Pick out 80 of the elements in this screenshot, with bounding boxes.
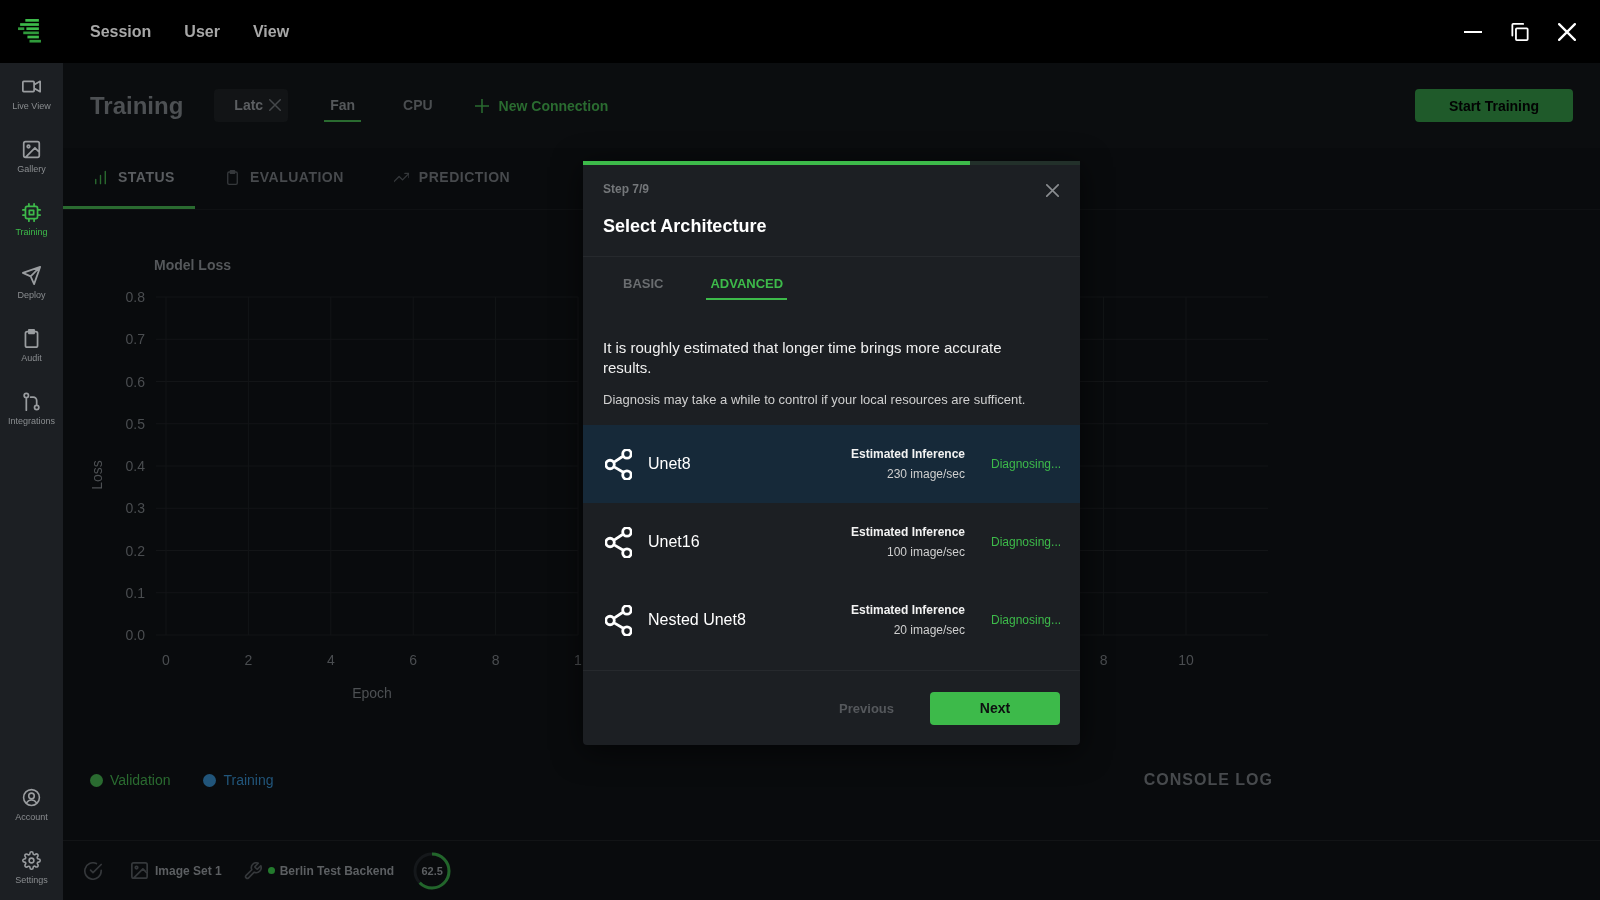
architecture-name: Nested Unet8 [648, 611, 747, 629]
axis-tick-label: 4 [326, 652, 335, 668]
architecture-name: Unet16 [648, 533, 701, 551]
sidebar-item[interactable]: Training [0, 189, 63, 252]
axis-tick-label: 0.6 [125, 373, 145, 390]
metric-label: Estimated Inference [850, 524, 965, 541]
sidebar-item[interactable]: Gallery [0, 126, 63, 189]
share-icon [605, 526, 632, 558]
connection-tab[interactable]: Latc [214, 89, 289, 122]
metric-value: 230 image/sec [886, 466, 965, 483]
axis-tick-label: 0.3 [125, 500, 145, 517]
metric-value: 20 image/sec [893, 622, 965, 639]
page-title: Training [90, 91, 184, 120]
app-logo-icon [18, 19, 41, 44]
axis-tick-label: 2 [244, 652, 253, 668]
dialog-tab[interactable]: BASIC [619, 257, 668, 300]
sidebar-item[interactable]: Settings [0, 837, 63, 900]
bar-chart-icon [93, 169, 108, 185]
axis-tick-label: 0.0 [125, 627, 145, 643]
video-camera-icon [22, 77, 41, 96]
metric-label: Estimated Inference [850, 446, 965, 463]
architecture-row[interactable]: Nested Unet8 Estimated Inference 20 image/sec Diagnosing... [583, 581, 1080, 659]
status-text: Diagnosing... [991, 535, 1060, 549]
wrench-icon [243, 861, 262, 880]
axis-tick-label: 0.4 [125, 458, 145, 474]
dialog-title: Select Architecture [603, 215, 768, 238]
axis-tick-label: 8 [491, 652, 500, 668]
metric-label: Estimated Inference [850, 602, 965, 619]
chart-title: Model Loss [154, 257, 231, 273]
progress-value: 62.5 [421, 864, 443, 877]
axis-tick-label: 0.2 [125, 542, 145, 559]
architecture-name: Unet8 [648, 455, 692, 473]
share-icon [605, 448, 632, 480]
sidebar-item[interactable]: Live View [0, 63, 63, 126]
status-text: Diagnosing... [991, 613, 1060, 627]
axis-tick-label: 8 [1099, 652, 1108, 668]
clipboard-icon [224, 169, 240, 185]
next-button[interactable]: Next [930, 691, 1060, 725]
sidebar-item[interactable]: Deploy [0, 252, 63, 315]
axis-tick-label: 0.5 [125, 415, 145, 432]
paper-plane-icon [22, 266, 41, 285]
connection-tab[interactable]: Fan [324, 89, 362, 122]
image-icon [22, 140, 41, 159]
note-text: Diagnosis may take a while to control if your local resources are sufficent. [603, 391, 1027, 409]
clipboard-icon [22, 329, 41, 348]
backend-label: Berlin Test Backend [279, 863, 395, 878]
status-text: Diagnosing... [991, 457, 1060, 471]
architecture-row[interactable]: Unet8 Estimated Inference 230 image/sec Diagnosing... [583, 425, 1080, 503]
axis-title: Loss [88, 460, 105, 490]
dialog-tab[interactable]: ADVANCED [706, 257, 788, 300]
sidebar-item[interactable]: Integrations [0, 378, 63, 441]
settings-icon [22, 851, 41, 870]
menu-item[interactable]: View [252, 22, 290, 41]
axis-tick-label: 0.8 [125, 289, 145, 305]
branch-icon [22, 392, 41, 411]
share-icon [605, 604, 632, 636]
new-connection-button[interactable]: New Connection [474, 97, 609, 114]
architecture-row[interactable]: Unet16 Estimated Inference 100 image/sec Diagnosing... [583, 503, 1080, 581]
sidebar-item[interactable]: Audit [0, 315, 63, 378]
legend-label: Validation [110, 772, 171, 788]
axis-title: Epoch [352, 685, 392, 701]
metric-value: 100 image/sec [886, 544, 965, 561]
section-tab[interactable]: STATUS [63, 148, 195, 209]
plus-icon [474, 98, 489, 113]
menu-item[interactable]: User [184, 22, 220, 41]
axis-tick-label: 0.1 [125, 584, 145, 601]
step-label: Step 7/9 [603, 181, 650, 197]
chip-icon [22, 203, 41, 222]
minimize-icon[interactable] [1464, 30, 1482, 33]
menu-item[interactable]: Session [90, 22, 152, 41]
axis-tick-label: 10 [1178, 652, 1194, 668]
restore-icon[interactable] [1511, 22, 1529, 41]
axis-tick-label: 6 [409, 652, 418, 668]
lead-text: It is roughly estimated that longer time brings more accurate results. [603, 338, 1003, 378]
image-icon [131, 862, 148, 879]
axis-tick-label: 0.7 [125, 331, 145, 348]
axis-tick-label: 0 [162, 652, 170, 668]
sidebar-item[interactable]: Account [0, 774, 63, 837]
dataset-label: Image Set 1 [155, 863, 222, 878]
legend-label: Training [223, 772, 274, 788]
